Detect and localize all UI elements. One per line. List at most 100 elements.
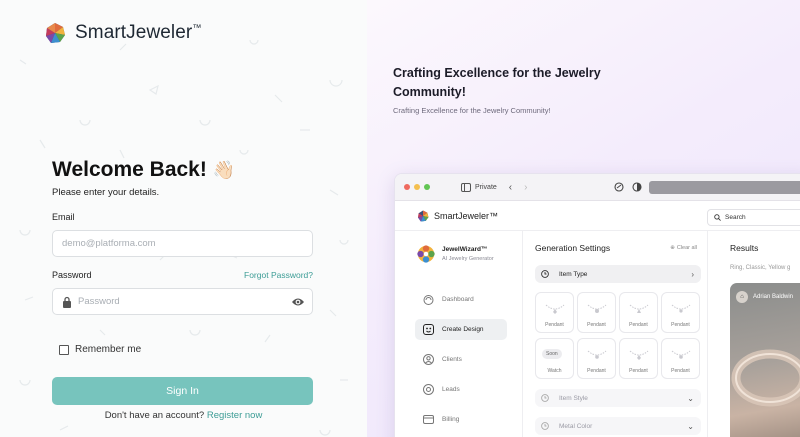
password-field[interactable]: Password [52,288,313,315]
app-sidebar-brand: JewelWizard™ AI Jewelry Generator [416,244,494,264]
app-sidebar: JewelWizard™ AI Jewelry Generator Dashbo… [395,231,523,437]
chevron-down-icon: ⌄ [687,393,694,403]
pendant-icon [587,350,607,359]
results-tags: Ring, Classic, Yellow g [730,265,791,271]
email-placeholder: demo@platforma.com [62,238,156,249]
sidebar-item-leads: Leads [415,379,507,400]
option-label: Pendant [671,368,690,374]
sidebar-label: Billing [442,416,460,423]
register-link[interactable]: Register now [207,410,262,421]
pendant-icon [587,304,607,313]
item-type-option: Pendant [661,338,700,379]
brand-header: SmartJeweler™ [44,22,201,44]
no-account-text: Don't have an account? [104,410,205,421]
sign-in-button[interactable]: Sign In [52,377,313,405]
browser-titlebar: Private ‹ › [395,174,800,201]
metal-color-label: Metal Color [559,422,593,430]
option-label: Pendant [587,368,606,374]
email-field[interactable]: demo@platforma.com [52,230,313,257]
leads-icon [423,384,434,395]
results-title: Results [730,243,759,253]
metal-color-select: Metal Color ⌄ [535,417,701,435]
login-panel: SmartJeweler™ Welcome Back! 👋🏻 Please en… [0,0,367,437]
clear-icon: ⊕ [670,245,675,251]
maximize-dot [424,184,430,190]
lock-icon [63,296,71,308]
jewelwizard-logo-icon [417,245,435,263]
password-label: Password [52,270,92,280]
generation-settings-title: Generation Settings [535,243,611,253]
pendant-icon [545,304,565,314]
minimize-dot [414,184,420,190]
private-label: Private [475,183,497,191]
item-type-option: Pendant [619,292,658,333]
sidebar-item-billing: Billing [415,409,507,430]
welcome-text: Welcome Back! [52,158,207,181]
ring-image [731,349,800,407]
app-search-input: Search [707,209,800,226]
search-icon [714,214,721,221]
pendant-icon [671,304,691,313]
address-bar [649,181,800,194]
clock-icon [541,394,549,402]
back-icon: ‹ [508,181,513,193]
pendant-icon [671,350,691,359]
sidebar-label: Clients [442,356,462,363]
item-style-label: Item Style [559,394,588,402]
dashboard-icon [423,295,434,305]
option-label: Pendant [671,322,690,328]
brand-logo-icon [46,23,65,43]
login-subtitle: Please enter your details. [52,187,160,198]
option-label: Pendant [629,322,648,328]
remember-label: Remember me [75,344,142,355]
clock-icon [541,270,549,278]
item-type-option: Pendant [661,292,700,333]
clear-all-button: ⊕ Clear all [670,245,697,251]
item-type-option: Pendant [577,292,616,333]
item-type-option: Pendant [577,338,616,379]
search-text: Search [725,214,746,221]
clock-icon [541,422,549,430]
hero-title: Crafting Excellence for the Jewelry Comm… [393,66,601,99]
forward-icon: › [524,181,528,193]
clients-icon [423,354,434,365]
billing-icon [423,415,434,424]
option-label: Pendant [629,368,648,374]
app-brand-name: SmartJeweler™ [434,211,499,221]
chevron-right-icon: › [691,269,694,279]
close-dot [404,184,410,190]
chevron-down-icon: ⌄ [687,421,694,431]
item-type-option: Soon Watch [535,338,574,379]
result-image: ⌂ Adrian Baldwin [730,283,800,437]
soon-badge: Soon [542,349,562,359]
welcome-heading: Welcome Back! 👋🏻 [52,158,235,182]
app-header: SmartJeweler™ Search [395,202,800,231]
option-label: Watch [547,368,562,374]
brand-name: SmartJeweler™ [75,22,202,43]
item-type-label: Item Type [559,270,588,278]
item-type-option: Pendant [535,292,574,333]
hero-subtitle: Crafting Excellence for the Jewelry Comm… [393,106,551,115]
sidebar-label: Create Design [442,326,484,333]
waving-hand-icon: 👋🏻 [212,159,236,180]
remember-checkbox[interactable] [59,344,69,355]
create-design-icon [423,324,434,335]
eye-icon[interactable] [291,296,305,308]
forgot-password-link[interactable]: Forgot Password? [244,270,313,280]
app-preview-window: Private ‹ › SmartJeweler™ Search JewelWi… [394,173,800,437]
sidebar-app-subtitle: AI Jewelry Generator [442,256,494,262]
sidebar-label: Leads [442,386,460,393]
remember-me[interactable]: Remember me [59,344,141,355]
promo-panel: Crafting Excellence for the Jewelry Comm… [367,0,800,437]
item-style-select: Item Style ⌄ [535,389,701,407]
sidebar-app-name: JewelWizard™ [442,246,488,253]
app-logo-icon [418,210,429,222]
generation-settings-panel: Generation Settings ⊕ Clear all Item Typ… [523,231,708,437]
sidebar-item-create-design: Create Design [415,319,507,340]
clear-all-label: Clear all [676,245,697,251]
item-type-option: Pendant [619,338,658,379]
sidebar-toggle-icon [461,182,471,192]
pendant-icon [629,304,649,313]
register-line: Don't have an account? Register now [0,410,367,421]
sidebar-item-clients: Clients [415,349,507,370]
